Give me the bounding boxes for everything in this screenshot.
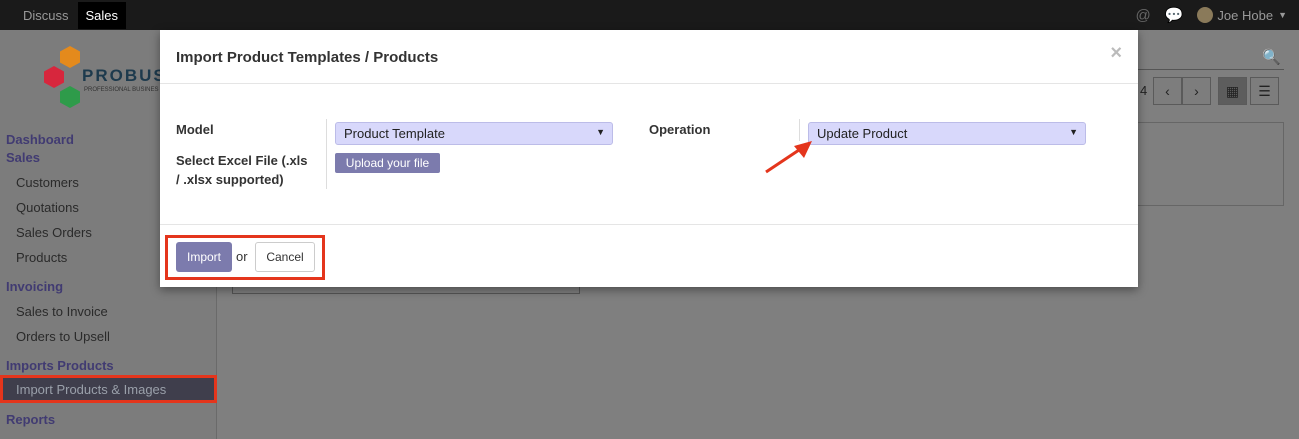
file-label-line2: / .xlsx supported) — [176, 172, 284, 187]
dropdown-arrow-icon: ▼ — [1069, 127, 1078, 137]
logo-text: PROBUS — [82, 66, 167, 85]
logo-subtext: PROFESSIONAL BUSINES — [84, 87, 159, 93]
dropdown-arrow-icon: ▼ — [596, 127, 605, 137]
logo-hex-red — [44, 66, 64, 88]
model-select[interactable]: Product Template ▼ — [335, 122, 613, 145]
sidebar-section-invoicing: Invoicing — [6, 279, 64, 294]
avatar — [1197, 7, 1214, 23]
sidebar-item-quotations[interactable]: Quotations — [16, 200, 79, 215]
annotation-arrow-icon — [765, 141, 812, 174]
pager-value: 4 — [1140, 83, 1148, 98]
pager-prev-button[interactable]: ‹ — [1153, 77, 1182, 105]
sidebar-section-imports: Imports Products — [6, 358, 114, 373]
arrow-head — [794, 141, 812, 158]
sidebar-item-sales-to-invoice[interactable]: Sales to Invoice — [16, 304, 108, 319]
arrow-shaft — [765, 146, 803, 174]
kanban-icon: ▦ — [1225, 83, 1240, 99]
cancel-button[interactable]: Cancel — [255, 242, 315, 272]
import-button[interactable]: Import — [176, 242, 232, 272]
operation-select[interactable]: Update Product ▼ — [808, 122, 1086, 145]
operation-label: Operation — [649, 122, 711, 137]
field-divider — [326, 119, 327, 189]
caret-down-icon: ▼ — [1278, 10, 1287, 20]
operation-select-value: Update Product — [817, 126, 908, 141]
mention-icon[interactable]: @ — [1136, 7, 1151, 24]
chevron-left-icon: ‹ — [1165, 83, 1170, 99]
sidebar-item-customers[interactable]: Customers — [16, 175, 79, 190]
chevron-right-icon: › — [1194, 83, 1199, 99]
sidebar-item-label: Import Products & Images — [16, 382, 167, 397]
probus-logo: PROBUS PROFESSIONAL BUSINES — [40, 44, 170, 114]
sidebar-item-products[interactable]: Products — [16, 250, 67, 265]
list-view-button[interactable]: ☰ — [1250, 77, 1279, 105]
dialog-footer: Import or Cancel — [160, 224, 1138, 287]
close-icon[interactable]: × — [1110, 42, 1122, 65]
logo-hex-orange — [60, 46, 80, 68]
menu-sales[interactable]: Sales — [77, 1, 127, 29]
model-label: Model — [176, 122, 214, 137]
kanban-card — [1130, 122, 1284, 206]
sidebar-item-import-products-images[interactable]: Import Products & Images — [0, 375, 217, 403]
menu-discuss[interactable]: Discuss — [14, 2, 78, 29]
chat-icon[interactable]: 💬 — [1165, 6, 1184, 24]
top-navbar: Discuss Sales @ 💬 Joe Hobe ▼ — [0, 0, 1299, 30]
user-menu[interactable]: Joe Hobe ▼ — [1197, 7, 1287, 23]
sidebar-section-reports[interactable]: Reports — [6, 412, 55, 427]
top-right-area: @ 💬 Joe Hobe ▼ — [1136, 0, 1288, 30]
sidebar-dashboard[interactable]: Dashboard — [6, 132, 74, 147]
search-icon[interactable]: 🔍 — [1262, 48, 1281, 66]
sidebar-section-sales: Sales — [6, 150, 40, 165]
dialog-header: Import Product Templates / Products × — [160, 30, 1138, 84]
sidebar-item-orders-to-upsell[interactable]: Orders to Upsell — [16, 329, 110, 344]
user-name: Joe Hobe — [1217, 7, 1274, 23]
top-menu: Discuss Sales — [14, 0, 127, 30]
upload-file-button[interactable]: Upload your file — [335, 153, 440, 173]
model-select-value: Product Template — [344, 126, 445, 141]
dialog-title: Import Product Templates / Products — [176, 49, 439, 66]
file-label-line1: Select Excel File (.xls — [176, 153, 308, 168]
list-icon: ☰ — [1258, 83, 1271, 99]
import-dialog: Import Product Templates / Products × Mo… — [160, 30, 1138, 287]
pager-next-button[interactable]: › — [1182, 77, 1211, 105]
logo-hex-green — [60, 86, 80, 108]
kanban-view-button[interactable]: ▦ — [1218, 77, 1247, 105]
sidebar-item-sales-orders[interactable]: Sales Orders — [16, 225, 92, 240]
or-text: or — [236, 249, 248, 264]
